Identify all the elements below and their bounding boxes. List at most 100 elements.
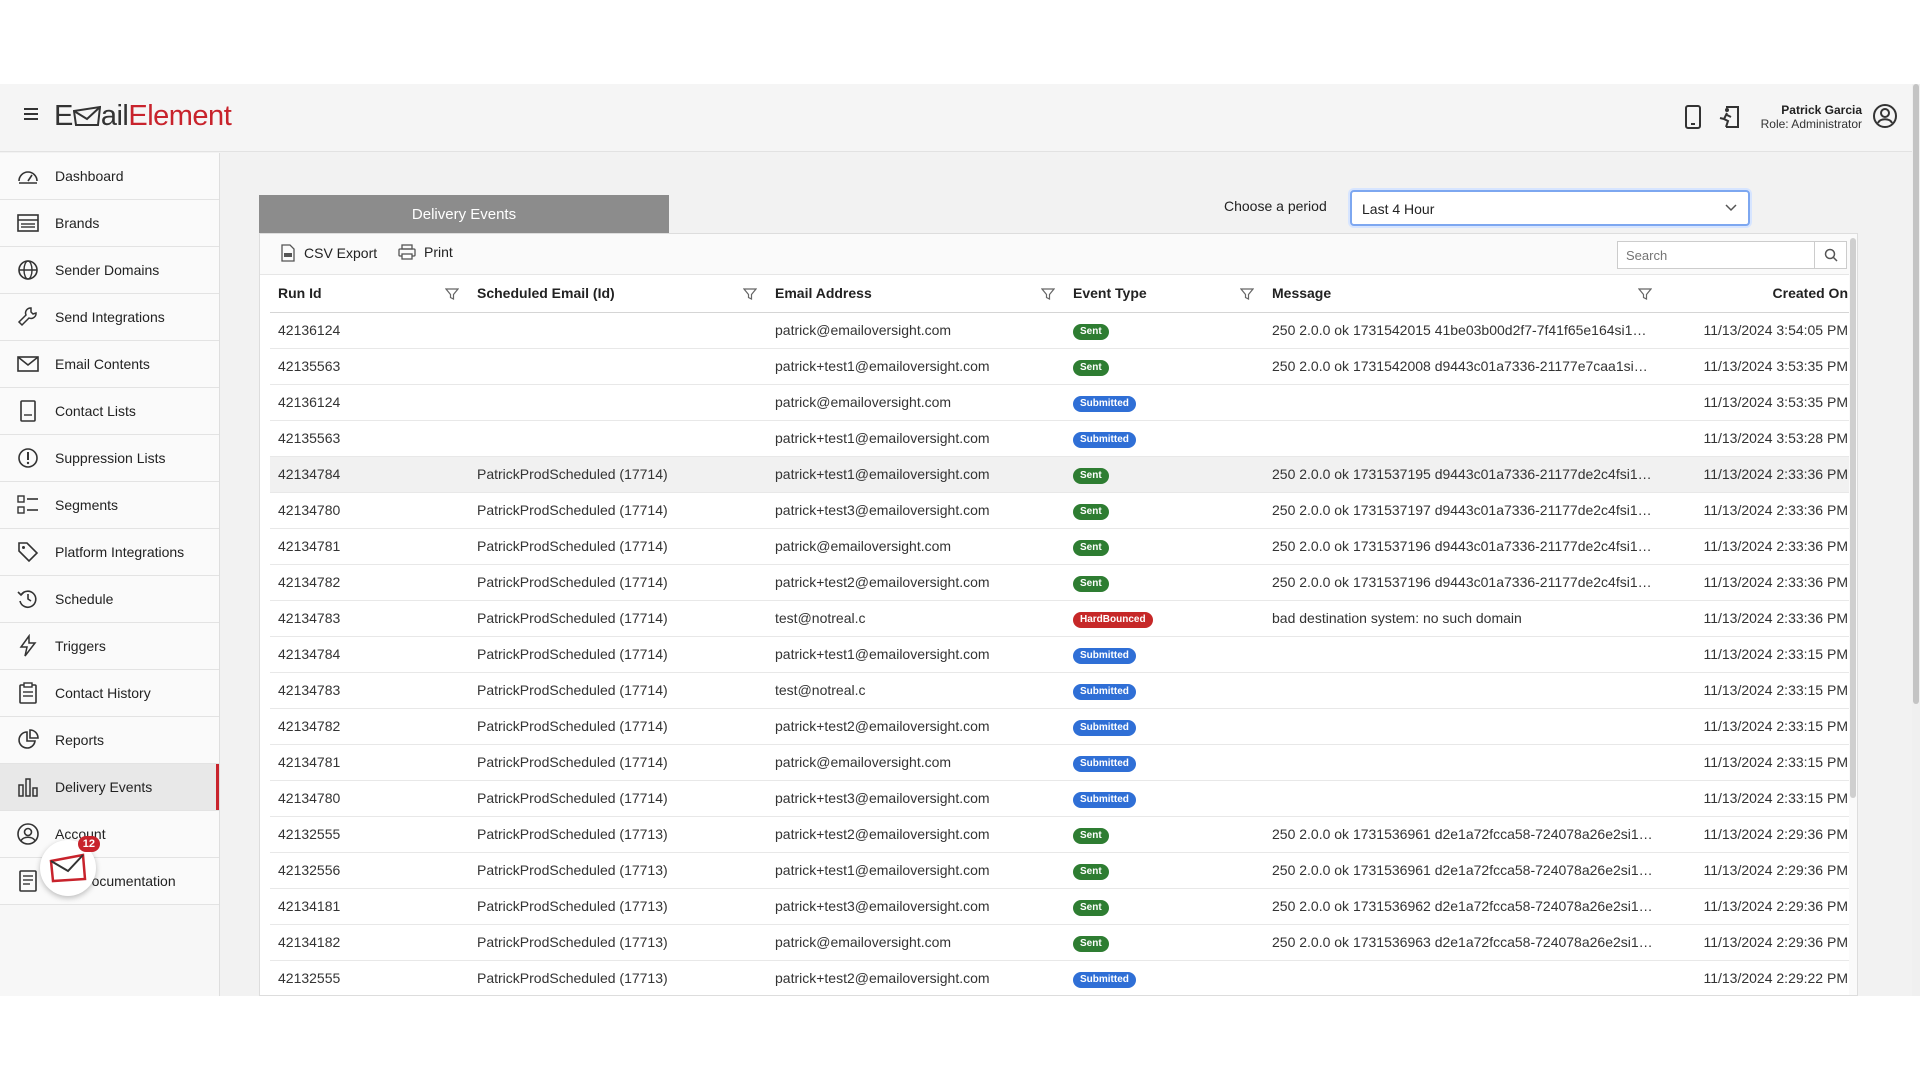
column-header-event-type[interactable]: Event Type [1065,275,1264,313]
email-address-cell: patrick+test3@emailoversight.com [767,888,1065,925]
column-header-label: Message [1272,285,1332,302]
column-header-email-address[interactable]: Email Address [767,275,1065,313]
event-type-cell: Submitted [1065,636,1264,673]
event-type-cell: Sent [1065,924,1264,961]
table-row[interactable]: 42134784 PatrickProdScheduled (17714) patr… [270,456,1856,493]
document-icon [16,399,40,423]
created-on-cell: 11/13/2024 2:29:22 PM [1662,960,1856,996]
exit-icon[interactable] [1718,104,1740,130]
table-row[interactable]: 42134780 PatrickProdScheduled (17714) patr… [270,780,1856,817]
filter-icon[interactable] [743,287,757,301]
sidebar-item-delivery-events[interactable]: Delivery Events [0,764,219,811]
sidebar-item-label: Suppression Lists [55,450,166,466]
scheduled-email-cell [469,420,767,457]
run-id-cell: 42134783 [270,600,469,637]
created-on-cell: 11/13/2024 2:33:15 PM [1662,672,1856,709]
sidebar-item-suppression-lists[interactable]: Suppression Lists [0,435,219,482]
created-on-cell: 11/13/2024 2:33:36 PM [1662,600,1856,637]
event-type-badge: Submitted [1073,755,1136,772]
table-row[interactable]: 42136124 patrick@emailoversight.com Submit… [270,384,1856,421]
table-row[interactable]: 42134781 PatrickProdScheduled (17714) patr… [270,744,1856,781]
grid-scrollbar-thumb[interactable] [1850,238,1856,798]
search-input[interactable] [1617,241,1815,269]
sidebar-item-triggers[interactable]: Triggers [0,623,219,670]
event-type-cell: Submitted [1065,420,1264,457]
event-type-cell: Sent [1065,852,1264,889]
email-address-cell: patrick+test1@emailoversight.com [767,348,1065,385]
mobile-icon[interactable] [1682,104,1704,130]
table-row[interactable]: 42134781 PatrickProdScheduled (17714) patr… [270,528,1856,565]
sidebar-item-brands[interactable]: Brands [0,200,219,247]
message-cell: bad destination system: no such domain [1264,600,1662,637]
sidebar-item-reports[interactable]: Reports [0,717,219,764]
filter-icon[interactable] [1240,287,1254,301]
table-row[interactable]: 42134782 PatrickProdScheduled (17714) patr… [270,708,1856,745]
table-row[interactable]: 42132556 PatrickProdScheduled (17713) patr… [270,852,1856,889]
csv-export-button[interactable]: CSV Export [280,244,377,262]
table-row[interactable]: 42134782 PatrickProdScheduled (17714) patr… [270,564,1856,601]
column-header-run-id[interactable]: Run Id [270,275,469,313]
table-row[interactable]: 42134181 PatrickProdScheduled (17713) patr… [270,888,1856,925]
column-header-created-on[interactable]: Created On [1662,275,1856,313]
filter-icon[interactable] [1041,287,1055,301]
period-select[interactable]: Last 4 Hour [1350,190,1750,226]
scheduled-email-cell: PatrickProdScheduled (17714) [469,744,767,781]
sidebar-item-email-contents[interactable]: Email Contents [0,341,219,388]
created-on-cell: 11/13/2024 3:53:35 PM [1662,384,1856,421]
event-type-badge: Sent [1073,359,1109,376]
sidebar-item-contact-history[interactable]: Contact History [0,670,219,717]
run-id-cell: 42132556 [270,852,469,889]
sidebar-item-account[interactable]: Account [0,811,219,858]
sidebar-item-schedule[interactable]: Schedule [0,576,219,623]
sidebar-item-contact-lists[interactable]: Contact Lists [0,388,219,435]
created-on-cell: 11/13/2024 2:29:36 PM [1662,852,1856,889]
table-row[interactable]: 42135563 patrick+test1@emailoversight.com… [270,348,1856,385]
column-header-scheduled-email-id[interactable]: Scheduled Email (Id) [469,275,767,313]
created-on-cell: 11/13/2024 3:53:28 PM [1662,420,1856,457]
user-avatar-icon[interactable] [1872,103,1898,129]
event-type-badge: HardBounced [1073,611,1153,628]
page-scrollbar[interactable] [1912,84,1920,996]
filter-icon[interactable] [445,287,459,301]
sidebar-item-dashboard[interactable]: Dashboard [0,153,219,200]
sidebar-item-sender-domains[interactable]: Sender Domains [0,247,219,294]
bolt-icon [16,633,40,658]
events-table: Run Id Scheduled Email (Id) Email Address E… [270,275,1856,996]
search-button[interactable] [1815,241,1847,269]
table-row[interactable]: 42136124 patrick@emailoversight.com Sent 25… [270,312,1856,349]
table-row[interactable]: 42134784 PatrickProdScheduled (17714) patr… [270,636,1856,673]
table-row[interactable]: 42132555 PatrickProdScheduled (17713) patr… [270,816,1856,853]
table-row[interactable]: 42134783 PatrickProdScheduled (17714) test… [270,672,1856,709]
print-button[interactable]: Print [398,244,453,260]
scheduled-email-cell: PatrickProdScheduled (17714) [469,528,767,565]
email-address-cell: patrick+test2@emailoversight.com [767,564,1065,601]
column-header-label: Created On [1772,285,1848,302]
table-row[interactable]: 42135563 patrick+test1@emailoversight.com… [270,420,1856,457]
sidebar-item-platform-integrations[interactable]: Platform Integrations [0,529,219,576]
email-address-cell: patrick+test1@emailoversight.com [767,852,1065,889]
hamburger-menu-icon[interactable] [24,108,38,120]
page-scrollbar-thumb[interactable] [1913,84,1919,704]
event-type-badge: Sent [1073,899,1109,916]
sidebar-item-label: Contact Lists [55,403,136,419]
grid-scrollbar[interactable] [1849,234,1857,995]
alert-circle-icon [16,446,40,470]
sidebar-item-segments[interactable]: Segments [0,482,219,529]
event-type-cell: Sent [1065,888,1264,925]
print-label: Print [424,244,453,260]
table-row[interactable]: 42134182 PatrickProdScheduled (17713) patr… [270,924,1856,961]
message-cell: 250 2.0.0 ok 1731536963 d2e1a72fcca58-72… [1264,924,1662,961]
column-header-message[interactable]: Message [1264,275,1662,313]
created-on-cell: 11/13/2024 3:53:35 PM [1662,348,1856,385]
tab-delivery-events[interactable]: Delivery Events [259,195,669,233]
sidebar-item-api-documentation[interactable]: API Documentation [0,858,219,905]
table-row[interactable]: 42132555 PatrickProdScheduled (17713) patr… [270,960,1856,996]
table-row[interactable]: 42134780 PatrickProdScheduled (17714) patr… [270,492,1856,529]
app-logo[interactable]: EailElement [54,100,232,133]
filter-icon[interactable] [1638,287,1652,301]
event-type-badge: Sent [1073,827,1109,844]
created-on-cell: 11/13/2024 2:33:36 PM [1662,564,1856,601]
sidebar-item-send-integrations[interactable]: Send Integrations [0,294,219,341]
notifications-mail-button[interactable]: 12 [40,836,100,900]
table-row[interactable]: 42134783 PatrickProdScheduled (17714) test… [270,600,1856,637]
